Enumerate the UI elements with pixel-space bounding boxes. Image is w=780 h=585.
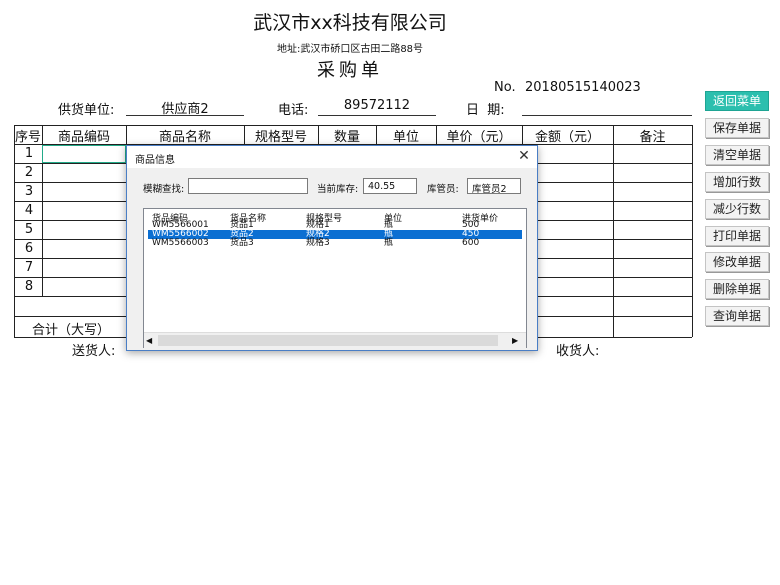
order-no-value: 20180515140023 bbox=[525, 80, 641, 95]
query-button[interactable]: 查询单据 bbox=[705, 306, 769, 326]
page-title: 采购单 bbox=[317, 60, 383, 81]
table-divider bbox=[536, 201, 692, 202]
save-button[interactable]: 保存单据 bbox=[705, 118, 769, 138]
table-divider bbox=[14, 220, 126, 221]
table-divider bbox=[14, 258, 126, 259]
scroll-left-icon[interactable]: ◀ bbox=[146, 336, 152, 345]
item-name: 货品3 bbox=[230, 238, 254, 248]
table-divider bbox=[536, 182, 692, 183]
col-header-code: 商品编码 bbox=[57, 130, 110, 145]
order-no-label: No. bbox=[494, 80, 516, 95]
horizontal-scrollbar[interactable]: ◀ ▶ bbox=[144, 332, 526, 348]
phone-label: 电话: bbox=[278, 103, 309, 118]
delete-button[interactable]: 删除单据 bbox=[705, 279, 769, 299]
fuzzy-search-input[interactable] bbox=[188, 178, 308, 194]
supplier-label: 供货单位: bbox=[58, 103, 115, 118]
fuzzy-search-label: 模糊查找: bbox=[143, 184, 185, 195]
table-divider bbox=[536, 316, 692, 317]
col-header-amount: 金额（元） bbox=[534, 130, 600, 145]
table-divider bbox=[14, 277, 126, 278]
col-header-price: 单价（元） bbox=[446, 130, 512, 145]
close-icon[interactable]: ✕ bbox=[515, 147, 533, 165]
add-row-button[interactable]: 增加行数 bbox=[705, 172, 769, 192]
table-divider bbox=[536, 239, 692, 240]
product-info-dialog: 商品信息 ✕ 模糊查找: 当前库存: 40.55 库管员: 库管员2 货品编码 … bbox=[126, 145, 538, 351]
table-divider bbox=[14, 163, 126, 164]
scrollbar-thumb[interactable] bbox=[158, 335, 498, 346]
keeper-label: 库管员: bbox=[427, 184, 459, 195]
col-header-spec: 规格型号 bbox=[254, 130, 307, 145]
item-spec: 规格3 bbox=[306, 238, 330, 248]
clear-button[interactable]: 清空单据 bbox=[705, 145, 769, 165]
list-item[interactable]: WM5566003 货品3 规格3 瓶 600 bbox=[148, 239, 522, 248]
row-index: 3 bbox=[24, 184, 34, 199]
stock-field[interactable]: 40.55 bbox=[363, 178, 417, 194]
product-list[interactable]: 货品编码 货品名称 规格型号 单位 进货单价 WM5566001 货品1 规格1… bbox=[143, 208, 527, 348]
dialog-title: 商品信息 bbox=[135, 155, 175, 166]
col-header-name: 商品名称 bbox=[158, 130, 211, 145]
supplier-field[interactable]: 供应商2 bbox=[126, 98, 244, 117]
col-header-remark: 备注 bbox=[639, 130, 666, 145]
table-divider bbox=[14, 316, 126, 317]
deliver-label: 送货人: bbox=[72, 344, 116, 359]
row-index: 6 bbox=[24, 241, 34, 256]
table-divider bbox=[14, 182, 126, 183]
date-label: 日 期: bbox=[466, 103, 505, 118]
date-field[interactable] bbox=[522, 98, 692, 116]
table-column-line bbox=[613, 125, 614, 337]
col-header-index: 序号 bbox=[14, 130, 41, 145]
table-divider bbox=[536, 163, 692, 164]
row-index: 8 bbox=[24, 279, 34, 294]
return-menu-button[interactable]: 返回菜单 bbox=[705, 91, 769, 111]
table-divider bbox=[14, 239, 126, 240]
remove-row-button[interactable]: 减少行数 bbox=[705, 199, 769, 219]
dialog-titlebar[interactable]: 商品信息 ✕ bbox=[127, 146, 537, 168]
table-column-line bbox=[14, 125, 15, 337]
receiver-label: 收货人: bbox=[556, 344, 600, 359]
table-divider bbox=[14, 296, 126, 297]
row-index: 5 bbox=[24, 222, 34, 237]
row-index: 7 bbox=[24, 260, 34, 275]
col-header-qty: 数量 bbox=[333, 130, 360, 145]
table-column-line bbox=[692, 125, 693, 337]
item-code: WM5566003 bbox=[152, 238, 209, 248]
table-divider bbox=[14, 201, 126, 202]
item-unit: 瓶 bbox=[384, 238, 394, 248]
phone-field[interactable]: 89572112 bbox=[318, 98, 436, 116]
keeper-field[interactable]: 库管员2 bbox=[467, 178, 521, 195]
table-divider bbox=[536, 277, 692, 278]
print-button[interactable]: 打印单据 bbox=[705, 226, 769, 246]
col-header-unit: 单位 bbox=[392, 130, 419, 145]
row-index: 1 bbox=[24, 146, 34, 161]
total-label: 合计（大写） bbox=[32, 323, 111, 338]
item-price: 600 bbox=[462, 238, 480, 248]
table-divider bbox=[536, 258, 692, 259]
row-index: 4 bbox=[24, 203, 34, 218]
company-name: 武汉市xx科技有限公司 bbox=[253, 12, 447, 34]
table-divider bbox=[536, 296, 692, 297]
scroll-right-icon[interactable]: ▶ bbox=[512, 336, 518, 345]
table-divider bbox=[536, 220, 692, 221]
selected-cell[interactable] bbox=[42, 145, 126, 163]
row-index: 2 bbox=[24, 165, 34, 180]
company-address: 地址:武汉市硚口区古田二路88号 bbox=[276, 44, 424, 55]
stock-label: 当前库存: bbox=[317, 184, 359, 195]
edit-button[interactable]: 修改单据 bbox=[705, 252, 769, 272]
